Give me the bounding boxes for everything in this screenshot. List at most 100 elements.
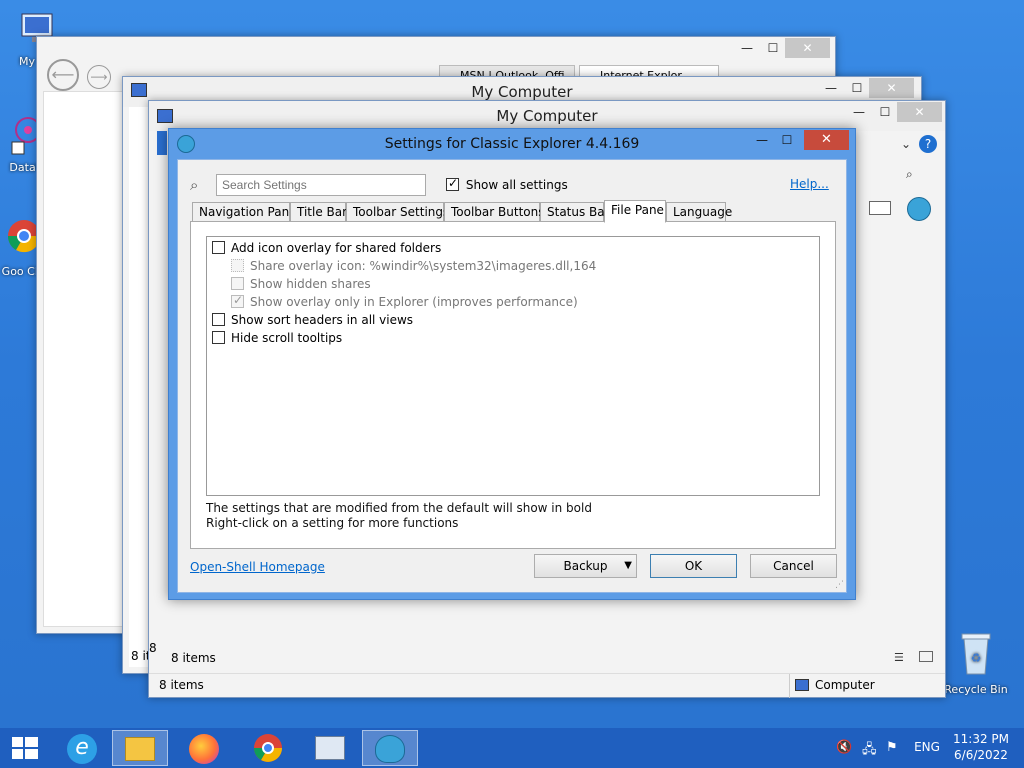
close-button[interactable]: ✕ <box>804 130 849 150</box>
desktop-icon-recycle-bin[interactable]: ♻ Recycle Bin <box>940 630 1012 696</box>
maximize-button[interactable]: ☐ <box>774 130 800 150</box>
setting-label: Show overlay only in Explorer (improves … <box>250 294 578 309</box>
setting-row[interactable]: Show hidden shares <box>231 276 371 291</box>
tab-status-bar[interactable]: Status Bar <box>540 202 610 222</box>
taskbar: e 🔇 🖧 ⚑ ENG 11:32 PM 6/6/2022 <box>0 728 1024 768</box>
recycle-bin-icon: ♻ <box>961 633 991 675</box>
status-location: Computer <box>815 678 875 692</box>
details-view-icon[interactable]: ☰ <box>894 651 904 664</box>
cancel-button[interactable]: Cancel <box>750 554 837 578</box>
taskbar-classic-shell-button[interactable] <box>362 730 418 766</box>
browser-content <box>43 91 123 627</box>
backup-button[interactable]: Backup ▼ <box>534 554 637 578</box>
language-indicator[interactable]: ENG <box>908 740 946 754</box>
note-line-1: The settings that are modified from the … <box>206 501 592 515</box>
setting-row[interactable]: Show sort headers in all views <box>212 312 413 327</box>
chrome-icon <box>254 734 282 762</box>
chevron-down-icon[interactable]: ⌄ <box>901 137 911 151</box>
large-icons-view-icon[interactable] <box>919 651 933 662</box>
control-panel-icon <box>315 736 345 760</box>
volume-muted-icon[interactable]: 🔇 <box>836 740 852 755</box>
setting-checkbox[interactable] <box>212 331 225 344</box>
file-icon <box>231 259 244 272</box>
close-button[interactable]: ✕ <box>785 38 830 58</box>
title-bar: My Computer — ☐ ✕ <box>149 101 945 131</box>
help-link[interactable]: Help... <box>790 177 829 191</box>
shell-icon[interactable] <box>907 197 931 221</box>
search-icon: ⌕ <box>190 176 199 194</box>
setting-row[interactable]: Hide scroll tooltips <box>212 330 342 345</box>
status-bar-items: 8 items <box>159 678 204 692</box>
search-settings-input[interactable] <box>216 174 426 196</box>
network-icon[interactable]: 🖧 <box>862 740 877 762</box>
tab-language[interactable]: Language <box>666 202 732 222</box>
back-arrow-icon[interactable]: ⟵ <box>47 59 79 91</box>
search-icon[interactable]: ⌕ <box>906 167 913 182</box>
taskbar-explorer-button[interactable] <box>112 730 168 766</box>
dialog-title-bar: Settings for Classic Explorer 4.4.169 — … <box>169 129 855 159</box>
resize-grip-icon[interactable]: ⋰ <box>835 580 844 590</box>
taskbar-chrome-button[interactable] <box>240 730 296 766</box>
settings-panel: Add icon overlay for shared folders Shar… <box>190 221 836 549</box>
firefox-icon <box>189 734 219 764</box>
desktop-icon-label: Recycle Bin <box>944 683 1008 696</box>
tab-toolbar-buttons[interactable]: Toolbar Buttons <box>444 202 544 222</box>
maximize-button[interactable]: ☐ <box>871 102 899 122</box>
setting-row[interactable]: Show overlay only in Explorer (improves … <box>231 293 578 309</box>
close-button[interactable]: ✕ <box>897 102 942 122</box>
maximize-button[interactable]: ☐ <box>759 38 787 58</box>
tab-navigation-pane[interactable]: Navigation Pane <box>192 202 297 222</box>
setting-checkbox[interactable] <box>231 293 244 308</box>
start-windows-icon[interactable] <box>12 737 38 759</box>
settings-list[interactable]: Add icon overlay for shared folders Shar… <box>206 236 820 496</box>
status-divider <box>789 674 790 698</box>
window-title: My Computer <box>496 107 598 125</box>
setting-label: Show hidden shares <box>250 276 371 291</box>
setting-checkbox[interactable] <box>212 241 225 254</box>
windows-logo-icon <box>12 737 38 759</box>
setting-label: Hide scroll tooltips <box>231 330 343 345</box>
show-all-settings-checkbox[interactable]: Show all settings <box>446 176 568 192</box>
settings-dialog[interactable]: Settings for Classic Explorer 4.4.169 — … <box>168 128 856 600</box>
status-bar: 8 items Computer <box>149 673 945 698</box>
minimize-button[interactable]: — <box>749 130 775 150</box>
action-center-icon[interactable]: ⚑ <box>886 740 898 755</box>
clock-date[interactable]: 6/6/2022 <box>946 748 1016 762</box>
open-shell-homepage-link[interactable]: Open-Shell Homepage <box>190 560 325 574</box>
setting-label: Show sort headers in all views <box>231 312 414 327</box>
minimize-button[interactable]: — <box>817 78 845 98</box>
setting-checkbox[interactable] <box>231 277 244 290</box>
show-all-settings-label: Show all settings <box>465 177 568 192</box>
setting-row[interactable]: Add icon overlay for shared folders <box>212 240 441 255</box>
forward-arrow-icon[interactable]: ⟶ <box>87 65 111 89</box>
tab-title-bar[interactable]: Title Bar <box>290 202 347 222</box>
clock-time[interactable]: 11:32 PM <box>946 732 1016 746</box>
left-count: 8 <box>149 641 157 655</box>
shell-icon <box>375 735 405 763</box>
maximize-button[interactable]: ☐ <box>843 78 871 98</box>
setting-label: Share overlay icon: %windir%\system32\im… <box>250 258 597 273</box>
taskbar-firefox-button[interactable] <box>176 730 232 766</box>
tab-toolbar-settings[interactable]: Toolbar Settings <box>346 202 449 222</box>
note-line-2: Right-click on a setting for more functi… <box>206 516 459 530</box>
status-items: 8 items <box>171 651 216 665</box>
tab-file-pane[interactable]: File Pane <box>604 200 666 223</box>
taskbar-app-button[interactable] <box>302 730 358 766</box>
setting-label: Add icon overlay for shared folders <box>231 240 442 255</box>
backup-label: Backup <box>563 559 608 573</box>
desktop: My Co DataW Goo Chr ♻ Recycle Bin ⟵ ⟶ <box>0 0 1024 728</box>
internet-explorer-icon: e <box>67 734 97 764</box>
close-button[interactable]: ✕ <box>869 78 914 98</box>
setting-row[interactable]: Share overlay icon: %windir%\system32\im… <box>231 258 596 273</box>
help-icon[interactable]: ? <box>919 135 937 153</box>
minimize-button[interactable]: — <box>845 102 873 122</box>
checkbox-box[interactable] <box>446 176 459 191</box>
setting-checkbox[interactable] <box>212 313 225 326</box>
ok-button[interactable]: OK <box>650 554 737 578</box>
window-title: My Computer <box>471 83 573 101</box>
svg-text:♻: ♻ <box>971 651 982 665</box>
taskbar-ie-button[interactable]: e <box>54 730 110 766</box>
dropdown-arrow-icon[interactable]: ▼ <box>624 555 632 577</box>
email-icon[interactable] <box>869 201 891 215</box>
minimize-button[interactable]: — <box>733 38 761 58</box>
